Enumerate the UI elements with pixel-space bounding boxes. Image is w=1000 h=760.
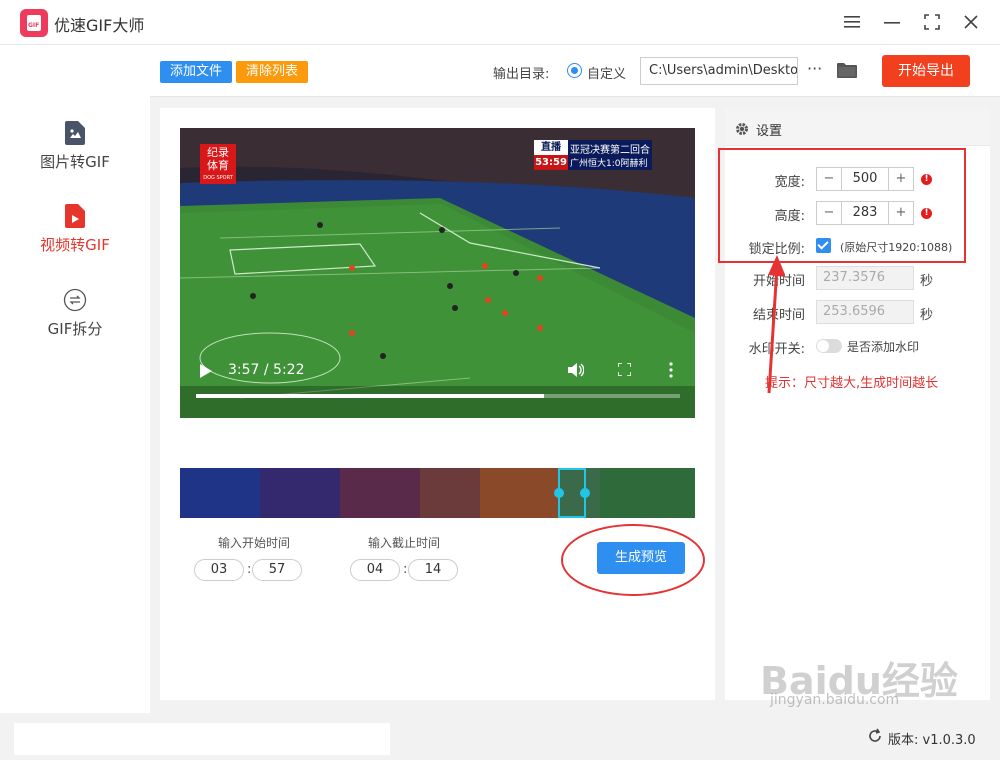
folder-icon[interactable] (837, 62, 857, 78)
more-button[interactable]: ··· (807, 59, 822, 78)
end-time-label: 输入截止时间 (368, 536, 441, 550)
video-progress-bar[interactable] (196, 394, 680, 398)
sidebar-item-image-to-gif[interactable]: 图片转GIF (0, 121, 150, 172)
video-player[interactable]: 纪录 体育 DOG SPORT 直播 53:59 亚冠决赛第二回合 广州恒大1:0阿… (180, 128, 695, 418)
watermark-toggle-text: 是否添加水印 (847, 340, 920, 354)
settings-header: 设置 (725, 108, 990, 146)
annotation-tip: 提示：尺寸越大,生成时间越长 (765, 376, 939, 391)
start-time-label: 输入开始时间 (218, 536, 291, 550)
play-icon[interactable] (200, 364, 212, 378)
video-time: 3:57 / 5:22 (228, 362, 305, 378)
score-overlay: 直播 53:59 亚冠决赛第二回合 广州恒大1:0阿赫利 (534, 140, 652, 170)
volume-icon[interactable] (568, 362, 584, 378)
minimize-icon[interactable] (880, 10, 904, 34)
main-panel: 纪录 体育 DOG SPORT 直播 53:59 亚冠决赛第二回合 广州恒大1:0阿… (160, 108, 715, 700)
custom-radio[interactable] (567, 63, 582, 78)
more-options-icon[interactable] (669, 362, 673, 378)
sidebar-item-label: 视频转GIF (40, 236, 110, 254)
add-file-button[interactable]: 添加文件 (160, 61, 232, 83)
end-minute-input[interactable]: 04 (350, 559, 400, 581)
annotation-ellipse (561, 524, 705, 596)
menu-icon[interactable] (840, 10, 864, 34)
close-icon[interactable] (959, 10, 983, 34)
split-icon (63, 288, 87, 312)
status-box (14, 723, 390, 755)
image-file-icon (65, 121, 85, 145)
channel-logo: 纪录 体育 DOG SPORT (200, 144, 236, 184)
video-file-icon (65, 204, 85, 228)
start-export-button[interactable]: 开始导出 (882, 55, 970, 87)
output-path-input[interactable]: C:\Users\admin\Deskto (640, 57, 798, 85)
timeline-range-handle[interactable] (554, 468, 590, 518)
start-sec-unit: 秒 (920, 274, 934, 289)
start-second-input[interactable]: 57 (252, 559, 302, 581)
start-minute-input[interactable]: 03 (194, 559, 244, 581)
clear-list-button[interactable]: 清除列表 (236, 61, 308, 83)
start-time-field: 237.3576 (816, 266, 914, 290)
title-bar: GIF 优速GIF大师 (0, 0, 1000, 45)
refresh-icon[interactable] (867, 728, 883, 744)
gear-icon (736, 123, 748, 135)
app-logo-icon: GIF (20, 9, 48, 37)
watermark-toggle[interactable] (816, 339, 842, 353)
sidebar-item-label: 图片转GIF (40, 153, 110, 171)
version-text: 版本: v1.0.3.0 (888, 733, 976, 748)
baidu-watermark-url: jingyan.baidu.com (770, 692, 900, 708)
end-second-input[interactable]: 14 (408, 559, 458, 581)
end-time-field: 253.6596 (816, 300, 914, 324)
sidebar-item-label: GIF拆分 (47, 320, 103, 338)
app-title: 优速GIF大师 (54, 16, 145, 35)
annotation-rectangle (718, 148, 966, 263)
settings-title: 设置 (756, 124, 783, 139)
output-dir-label: 输出目录: (493, 67, 550, 82)
sidebar: 图片转GIF 视频转GIF GIF拆分 (0, 45, 150, 713)
status-bar: 版本: v1.0.3.0 (0, 713, 1000, 760)
sidebar-item-gif-split[interactable]: GIF拆分 (0, 288, 150, 339)
maximize-icon[interactable] (920, 10, 944, 34)
custom-label[interactable]: 自定义 (587, 63, 626, 82)
timeline-strip[interactable] (180, 468, 695, 518)
toolbar: 添加文件 清除列表 输出目录: 自定义 C:\Users\admin\Deskt… (150, 45, 1000, 97)
video-progress-fill (196, 394, 545, 398)
fullscreen-icon[interactable] (618, 363, 631, 376)
sidebar-item-video-to-gif[interactable]: 视频转GIF (0, 204, 150, 255)
end-sec-unit: 秒 (920, 308, 934, 323)
